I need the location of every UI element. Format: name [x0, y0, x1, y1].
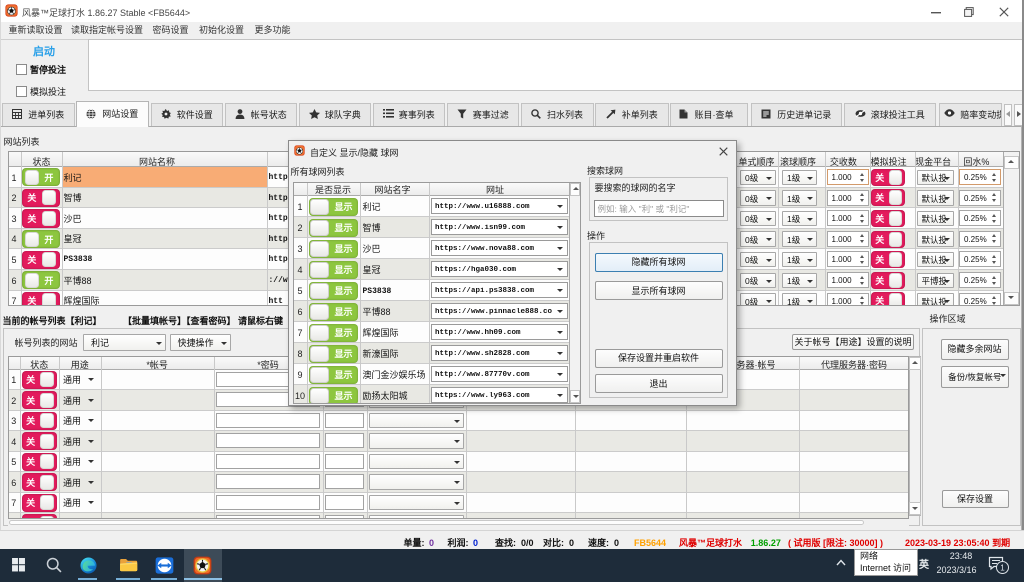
svg-text:1: 1	[1000, 563, 1005, 572]
